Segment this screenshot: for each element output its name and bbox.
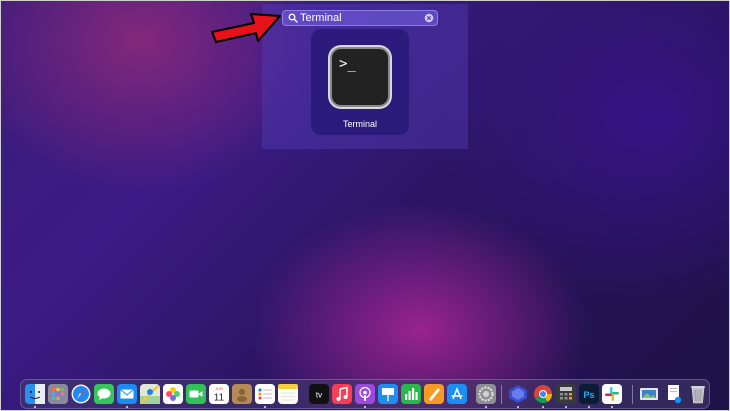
calculator-icon[interactable] bbox=[556, 384, 576, 404]
chrome-icon[interactable] bbox=[533, 384, 553, 404]
result-label: Terminal bbox=[342, 119, 377, 129]
launchpad-icon[interactable] bbox=[48, 384, 68, 404]
preview-icon[interactable] bbox=[639, 384, 659, 404]
numbers-icon[interactable] bbox=[401, 384, 421, 404]
creative-cloud-icon[interactable] bbox=[508, 384, 528, 404]
dock: JUN 11 tv Ps bbox=[20, 379, 710, 409]
safari-icon[interactable] bbox=[71, 384, 91, 404]
document-icon[interactable] bbox=[664, 384, 684, 404]
photoshop-icon[interactable]: Ps bbox=[579, 384, 599, 404]
calendar-icon[interactable]: JUN 11 bbox=[209, 384, 229, 404]
calendar-day-label: 11 bbox=[214, 393, 225, 404]
pages-icon[interactable] bbox=[424, 384, 444, 404]
app-store-icon[interactable] bbox=[447, 384, 467, 404]
mail-icon[interactable] bbox=[117, 384, 137, 404]
trash-icon[interactable] bbox=[688, 384, 708, 404]
maps-icon[interactable] bbox=[140, 384, 160, 404]
slack-icon[interactable] bbox=[602, 384, 622, 404]
podcasts-icon[interactable] bbox=[355, 384, 375, 404]
search-input[interactable] bbox=[300, 11, 420, 25]
facetime-icon[interactable] bbox=[186, 384, 206, 404]
contacts-icon[interactable] bbox=[232, 384, 252, 404]
finder-icon[interactable] bbox=[25, 384, 45, 404]
keynote-icon[interactable] bbox=[378, 384, 398, 404]
photoshop-label: Ps bbox=[583, 390, 594, 400]
apple-tv-icon[interactable]: tv bbox=[309, 384, 329, 404]
messages-icon[interactable] bbox=[94, 384, 114, 404]
clear-search-icon[interactable] bbox=[424, 13, 434, 23]
calendar-month-label: JUN bbox=[215, 386, 223, 391]
terminal-app-icon: >_ bbox=[328, 45, 392, 109]
system-preferences-icon[interactable] bbox=[476, 384, 496, 404]
search-field[interactable] bbox=[282, 10, 438, 26]
apple-tv-label: tv bbox=[316, 391, 322, 400]
terminal-result[interactable]: >_ Terminal bbox=[311, 29, 409, 135]
search-icon bbox=[288, 13, 298, 23]
terminal-prompt-glyph: >_ bbox=[339, 56, 356, 72]
music-icon[interactable] bbox=[332, 384, 352, 404]
notes-icon[interactable] bbox=[278, 384, 298, 404]
red-arrow-annotation bbox=[211, 13, 281, 43]
photos-icon[interactable] bbox=[163, 384, 183, 404]
reminders-icon[interactable] bbox=[255, 384, 275, 404]
